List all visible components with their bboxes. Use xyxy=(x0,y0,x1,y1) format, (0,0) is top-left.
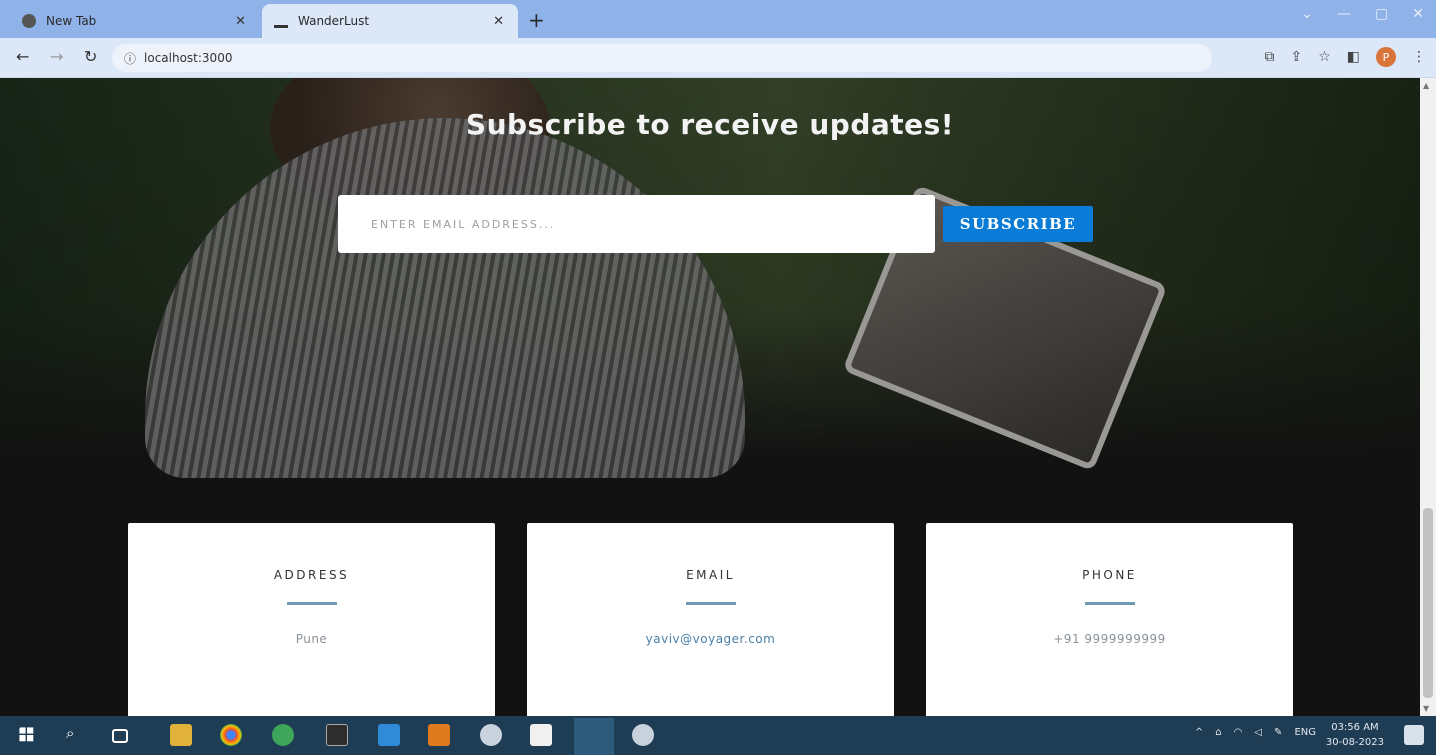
vscode-icon[interactable] xyxy=(378,724,400,746)
wifi-icon[interactable]: ◠ xyxy=(1234,727,1243,738)
email-card: EMAIL yaviv@voyager.com xyxy=(527,523,894,716)
language-indicator[interactable]: ENG xyxy=(1294,727,1316,738)
share-icon[interactable]: ⇪ xyxy=(1290,49,1302,65)
terminal-icon[interactable] xyxy=(326,724,348,746)
page-viewport: Subscribe to receive updates! SUBSCRIBE … xyxy=(0,78,1420,716)
taskbar-clock[interactable]: 03:56 AM 30-08-2023 xyxy=(1326,720,1384,750)
minimize-icon[interactable]: — xyxy=(1337,6,1351,22)
menu-dots-icon[interactable]: ⋮ xyxy=(1412,49,1426,65)
card-value: +91 9999999999 xyxy=(1053,632,1166,646)
browser-toolbar: ← → ↻ ⓘ localhost:3000 ⧉ ⇪ ☆ ◧ P ⋮ xyxy=(0,38,1436,78)
profile-avatar[interactable]: P xyxy=(1376,47,1396,67)
window-controls: ⌄ — ▢ ✕ xyxy=(1301,6,1424,22)
scroll-down-icon[interactable]: ▼ xyxy=(1423,704,1429,713)
windows-taskbar: ⌕ ^ ⌂ ◠ ◁ ✎ ENG 03:56 AM 30-08-2023 xyxy=(0,716,1436,755)
close-window-icon[interactable]: ✕ xyxy=(1412,6,1424,22)
windows-start-icon[interactable] xyxy=(19,727,35,743)
site-favicon-icon xyxy=(274,14,288,28)
system-tray: ^ ⌂ ◠ ◁ ✎ ENG xyxy=(1195,727,1316,738)
clock-time: 03:56 AM xyxy=(1331,722,1379,733)
app-icon-gray[interactable] xyxy=(480,724,502,746)
chevron-up-icon[interactable]: ^ xyxy=(1195,727,1203,738)
back-arrow-icon[interactable]: ← xyxy=(16,47,29,66)
card-divider xyxy=(685,602,736,605)
scroll-up-icon[interactable]: ▲ xyxy=(1423,81,1429,90)
side-panel-icon[interactable]: ◧ xyxy=(1347,49,1360,65)
browser-tab-strip: New Tab ✕ WanderLust ✕ + ⌄ — ▢ ✕ xyxy=(0,0,1436,38)
subscribe-headline: Subscribe to receive updates! xyxy=(465,108,955,141)
email-input[interactable] xyxy=(338,195,935,253)
reload-icon[interactable]: ↻ xyxy=(84,47,97,66)
address-card: ADDRESS Pune xyxy=(128,523,495,716)
chrome-app-icon[interactable] xyxy=(220,724,242,746)
new-tab-plus-icon[interactable]: + xyxy=(528,8,545,32)
page-scrollbar[interactable]: ▲ ▼ xyxy=(1420,78,1436,716)
address-bar[interactable]: ⓘ localhost:3000 xyxy=(112,44,1212,72)
install-app-icon[interactable]: ⧉ xyxy=(1264,49,1274,65)
card-title: EMAIL xyxy=(686,568,735,582)
chevron-down-icon[interactable]: ⌄ xyxy=(1301,6,1313,22)
file-explorer-icon[interactable] xyxy=(170,724,192,746)
task-view-icon[interactable] xyxy=(112,729,128,743)
tab-new-tab[interactable]: New Tab ✕ xyxy=(10,4,260,38)
pen-icon[interactable]: ✎ xyxy=(1274,727,1282,738)
maximize-icon[interactable]: ▢ xyxy=(1375,6,1388,22)
tab-title: New Tab xyxy=(46,14,97,28)
email-link[interactable]: yaviv@voyager.com xyxy=(527,632,894,646)
volume-icon[interactable]: ◁ xyxy=(1254,727,1262,738)
app-icon-round[interactable] xyxy=(632,724,654,746)
card-title: ADDRESS xyxy=(273,568,350,582)
tab-wanderlust[interactable]: WanderLust ✕ xyxy=(262,4,518,38)
clock-date: 30-08-2023 xyxy=(1325,737,1384,748)
card-divider xyxy=(286,602,337,605)
spotify-like-icon[interactable] xyxy=(272,724,294,746)
info-icon[interactable]: ⓘ xyxy=(124,50,136,67)
forward-arrow-icon[interactable]: → xyxy=(50,47,63,66)
chrome-active-taskbar-icon[interactable] xyxy=(574,718,614,755)
chrome-icon xyxy=(22,14,36,28)
network-icon[interactable]: ⌂ xyxy=(1215,727,1221,738)
subscribe-button[interactable]: SUBSCRIBE xyxy=(943,206,1093,242)
scroll-thumb[interactable] xyxy=(1423,508,1433,698)
photos-icon[interactable] xyxy=(530,724,552,746)
url-text: localhost:3000 xyxy=(144,51,233,65)
subscribe-hero: Subscribe to receive updates! SUBSCRIBE xyxy=(0,78,1420,478)
card-title: PHONE xyxy=(1082,568,1137,582)
close-icon[interactable]: ✕ xyxy=(235,14,246,29)
bookmark-star-icon[interactable]: ☆ xyxy=(1318,49,1331,65)
hero-image-person xyxy=(145,118,745,478)
card-value: Pune xyxy=(295,632,328,646)
close-icon[interactable]: ✕ xyxy=(493,14,504,29)
tab-title: WanderLust xyxy=(298,14,370,28)
phone-card: PHONE +91 9999999999 xyxy=(926,523,1293,716)
card-divider xyxy=(1084,602,1135,605)
search-icon[interactable]: ⌕ xyxy=(66,724,88,746)
app-icon-orange[interactable] xyxy=(428,724,450,746)
notification-icon[interactable] xyxy=(1404,725,1424,745)
toolbar-actions: ⧉ ⇪ ☆ ◧ P ⋮ xyxy=(1264,47,1426,67)
